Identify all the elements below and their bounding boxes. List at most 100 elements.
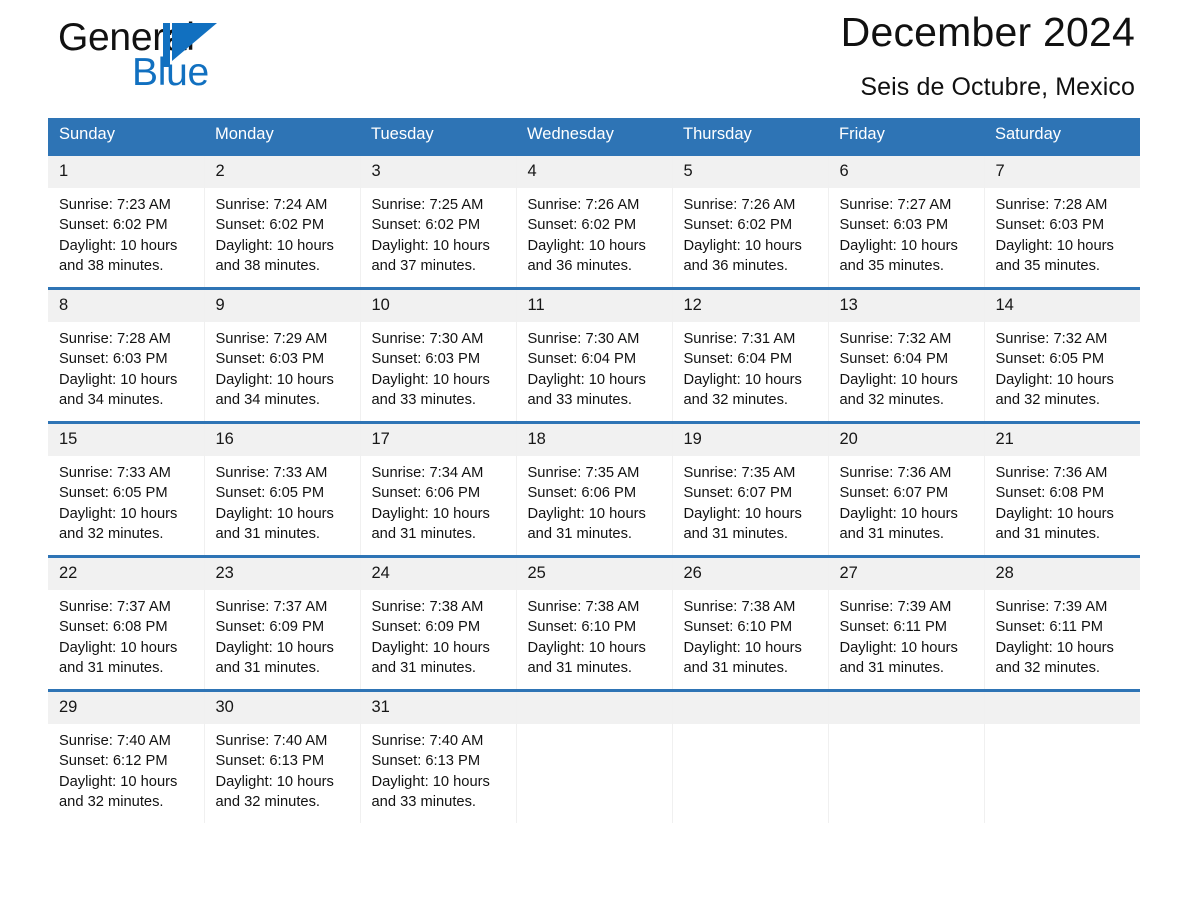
day-number: 10 bbox=[360, 290, 516, 322]
calendar-cell-day-31[interactable]: 31 Sunrise: 7:40 AM Sunset: 6:13 PM Dayli… bbox=[360, 689, 517, 823]
calendar-cell-day-2[interactable]: 2 Sunrise: 7:24 AM Sunset: 6:02 PM Daylig… bbox=[204, 153, 361, 289]
day-number: 29 bbox=[48, 692, 204, 724]
calendar-cell-day-12[interactable]: 12 Sunrise: 7:31 AM Sunset: 6:04 PM Dayli… bbox=[672, 287, 829, 423]
sun-times-detail: Sunrise: 7:35 AM Sunset: 6:06 PM Dayligh… bbox=[527, 465, 646, 542]
sun-times-detail: Sunrise: 7:26 AM Sunset: 6:02 PM Dayligh… bbox=[527, 197, 646, 274]
day-number: 31 bbox=[360, 692, 516, 724]
calendar-cell-day-9[interactable]: 9 Sunrise: 7:29 AM Sunset: 6:03 PM Daylig… bbox=[204, 287, 361, 423]
general-blue-logo[interactable]: General Blue bbox=[58, 16, 318, 102]
page-header: General Blue December 2024 Seis de Octub… bbox=[48, 0, 1140, 118]
sun-times-detail: Sunrise: 7:36 AM Sunset: 6:07 PM Dayligh… bbox=[839, 465, 958, 542]
sun-times-detail: Sunrise: 7:31 AM Sunset: 6:04 PM Dayligh… bbox=[683, 331, 802, 408]
sun-times-detail bbox=[673, 724, 828, 731]
day-number: 21 bbox=[984, 424, 1140, 456]
day-of-week-header-monday: Monday bbox=[204, 118, 360, 155]
day-of-week-header-sunday: Sunday bbox=[48, 118, 204, 155]
calendar-cell-day-20[interactable]: 20 Sunrise: 7:36 AM Sunset: 6:07 PM Dayli… bbox=[828, 421, 985, 557]
sun-times-detail: Sunrise: 7:38 AM Sunset: 6:09 PM Dayligh… bbox=[371, 599, 490, 676]
page-title: December 2024 bbox=[840, 9, 1135, 55]
calendar-cell-day-4[interactable]: 4 Sunrise: 7:26 AM Sunset: 6:02 PM Daylig… bbox=[516, 153, 673, 289]
title-block: December 2024 Seis de Octubre, Mexico bbox=[841, 6, 1135, 104]
calendar-cell-empty bbox=[672, 689, 829, 823]
calendar-cell-day-10[interactable]: 10 Sunrise: 7:30 AM Sunset: 6:03 PM Dayli… bbox=[360, 287, 517, 423]
calendar-cell-day-17[interactable]: 17 Sunrise: 7:34 AM Sunset: 6:06 PM Dayli… bbox=[360, 421, 517, 557]
day-number: 1 bbox=[48, 156, 204, 188]
calendar-cell-day-22[interactable]: 22 Sunrise: 7:37 AM Sunset: 6:08 PM Dayli… bbox=[48, 555, 205, 691]
calendar-cell-day-21[interactable]: 21 Sunrise: 7:36 AM Sunset: 6:08 PM Dayli… bbox=[984, 421, 1140, 557]
day-number bbox=[516, 692, 672, 724]
week-row: 8 Sunrise: 7:28 AM Sunset: 6:03 PM Daylig… bbox=[48, 287, 1140, 423]
calendar-cell-day-28[interactable]: 28 Sunrise: 7:39 AM Sunset: 6:11 PM Dayli… bbox=[984, 555, 1140, 691]
calendar-cell-day-3[interactable]: 3 Sunrise: 7:25 AM Sunset: 6:02 PM Daylig… bbox=[360, 153, 517, 289]
calendar-cell-day-1[interactable]: 1 Sunrise: 7:23 AM Sunset: 6:02 PM Daylig… bbox=[48, 153, 205, 289]
sun-times-detail: Sunrise: 7:29 AM Sunset: 6:03 PM Dayligh… bbox=[215, 331, 334, 408]
day-number: 15 bbox=[48, 424, 204, 456]
sun-times-detail: Sunrise: 7:27 AM Sunset: 6:03 PM Dayligh… bbox=[839, 197, 958, 274]
calendar-cell-day-16[interactable]: 16 Sunrise: 7:33 AM Sunset: 6:05 PM Dayli… bbox=[204, 421, 361, 557]
day-number: 2 bbox=[204, 156, 360, 188]
calendar-cell-day-27[interactable]: 27 Sunrise: 7:39 AM Sunset: 6:11 PM Dayli… bbox=[828, 555, 985, 691]
week-row: 15 Sunrise: 7:33 AM Sunset: 6:05 PM Dayli… bbox=[48, 421, 1140, 557]
calendar-cell-day-14[interactable]: 14 Sunrise: 7:32 AM Sunset: 6:05 PM Dayli… bbox=[984, 287, 1140, 423]
week-row: 29 Sunrise: 7:40 AM Sunset: 6:12 PM Dayli… bbox=[48, 689, 1141, 823]
day-of-week-header-tuesday: Tuesday bbox=[360, 118, 516, 155]
calendar-cell-empty bbox=[828, 689, 985, 823]
calendar-cell-day-25[interactable]: 25 Sunrise: 7:38 AM Sunset: 6:10 PM Dayli… bbox=[516, 555, 673, 691]
calendar-cell-day-7[interactable]: 7 Sunrise: 7:28 AM Sunset: 6:03 PM Daylig… bbox=[984, 153, 1140, 289]
day-number: 23 bbox=[204, 558, 360, 590]
location-subtitle: Seis de Octubre, Mexico bbox=[860, 73, 1135, 101]
day-number: 9 bbox=[204, 290, 360, 322]
sun-times-detail: Sunrise: 7:30 AM Sunset: 6:03 PM Dayligh… bbox=[371, 331, 490, 408]
sun-times-detail: Sunrise: 7:32 AM Sunset: 6:05 PM Dayligh… bbox=[995, 331, 1114, 408]
calendar-cell-day-26[interactable]: 26 Sunrise: 7:38 AM Sunset: 6:10 PM Dayli… bbox=[672, 555, 829, 691]
day-number: 16 bbox=[204, 424, 360, 456]
day-number: 27 bbox=[828, 558, 984, 590]
calendar-table: Sunday Monday Tuesday Wednesday Thursday Frid… bbox=[48, 118, 1140, 823]
sun-times-detail: Sunrise: 7:40 AM Sunset: 6:13 PM Dayligh… bbox=[371, 733, 490, 810]
day-number: 17 bbox=[360, 424, 516, 456]
sun-times-detail: Sunrise: 7:33 AM Sunset: 6:05 PM Dayligh… bbox=[215, 465, 334, 542]
day-number: 12 bbox=[672, 290, 828, 322]
sun-times-detail: Sunrise: 7:39 AM Sunset: 6:11 PM Dayligh… bbox=[839, 599, 958, 676]
day-number: 8 bbox=[48, 290, 204, 322]
calendar-page: General Blue December 2024 Seis de Octub… bbox=[0, 0, 1188, 918]
day-number: 25 bbox=[516, 558, 672, 590]
sun-times-detail: Sunrise: 7:40 AM Sunset: 6:13 PM Dayligh… bbox=[215, 733, 334, 810]
day-number: 3 bbox=[360, 156, 516, 188]
calendar-cell-empty bbox=[984, 689, 1141, 823]
calendar-cell-empty bbox=[516, 689, 673, 823]
sun-times-detail: Sunrise: 7:34 AM Sunset: 6:06 PM Dayligh… bbox=[371, 465, 490, 542]
day-of-week-header-wednesday: Wednesday bbox=[516, 118, 672, 155]
calendar-cell-day-18[interactable]: 18 Sunrise: 7:35 AM Sunset: 6:06 PM Dayli… bbox=[516, 421, 673, 557]
day-number: 4 bbox=[516, 156, 672, 188]
sun-times-detail: Sunrise: 7:37 AM Sunset: 6:09 PM Dayligh… bbox=[215, 599, 334, 676]
sun-times-detail: Sunrise: 7:23 AM Sunset: 6:02 PM Dayligh… bbox=[59, 197, 178, 274]
day-of-week-header-saturday: Saturday bbox=[984, 118, 1140, 155]
sun-times-detail: Sunrise: 7:33 AM Sunset: 6:05 PM Dayligh… bbox=[59, 465, 178, 542]
calendar-cell-day-24[interactable]: 24 Sunrise: 7:38 AM Sunset: 6:09 PM Dayli… bbox=[360, 555, 517, 691]
day-number: 22 bbox=[48, 558, 204, 590]
week-row: 22 Sunrise: 7:37 AM Sunset: 6:08 PM Dayli… bbox=[48, 555, 1140, 691]
calendar-cell-day-6[interactable]: 6 Sunrise: 7:27 AM Sunset: 6:03 PM Daylig… bbox=[828, 153, 985, 289]
calendar-cell-day-13[interactable]: 13 Sunrise: 7:32 AM Sunset: 6:04 PM Dayli… bbox=[828, 287, 985, 423]
calendar-cell-day-15[interactable]: 15 Sunrise: 7:33 AM Sunset: 6:05 PM Dayli… bbox=[48, 421, 205, 557]
day-number: 19 bbox=[672, 424, 828, 456]
calendar-cell-day-30[interactable]: 30 Sunrise: 7:40 AM Sunset: 6:13 PM Dayli… bbox=[204, 689, 361, 823]
day-number: 28 bbox=[984, 558, 1140, 590]
day-number: 7 bbox=[984, 156, 1140, 188]
day-number: 24 bbox=[360, 558, 516, 590]
day-number: 5 bbox=[672, 156, 828, 188]
calendar-cell-day-19[interactable]: 19 Sunrise: 7:35 AM Sunset: 6:07 PM Dayli… bbox=[672, 421, 829, 557]
calendar-cell-day-8[interactable]: 8 Sunrise: 7:28 AM Sunset: 6:03 PM Daylig… bbox=[48, 287, 205, 423]
calendar-cell-day-29[interactable]: 29 Sunrise: 7:40 AM Sunset: 6:12 PM Dayli… bbox=[48, 689, 205, 823]
sun-times-detail: Sunrise: 7:32 AM Sunset: 6:04 PM Dayligh… bbox=[839, 331, 958, 408]
sun-times-detail bbox=[985, 724, 1141, 731]
sun-times-detail: Sunrise: 7:40 AM Sunset: 6:12 PM Dayligh… bbox=[59, 733, 178, 810]
calendar-cell-day-5[interactable]: 5 Sunrise: 7:26 AM Sunset: 6:02 PM Daylig… bbox=[672, 153, 829, 289]
sun-times-detail: Sunrise: 7:38 AM Sunset: 6:10 PM Dayligh… bbox=[683, 599, 802, 676]
sun-times-detail: Sunrise: 7:25 AM Sunset: 6:02 PM Dayligh… bbox=[371, 197, 490, 274]
sun-times-detail: Sunrise: 7:35 AM Sunset: 6:07 PM Dayligh… bbox=[683, 465, 802, 542]
logo-text-blue: Blue bbox=[132, 51, 209, 94]
calendar-cell-day-11[interactable]: 11 Sunrise: 7:30 AM Sunset: 6:04 PM Dayli… bbox=[516, 287, 673, 423]
calendar-cell-day-23[interactable]: 23 Sunrise: 7:37 AM Sunset: 6:09 PM Dayli… bbox=[204, 555, 361, 691]
